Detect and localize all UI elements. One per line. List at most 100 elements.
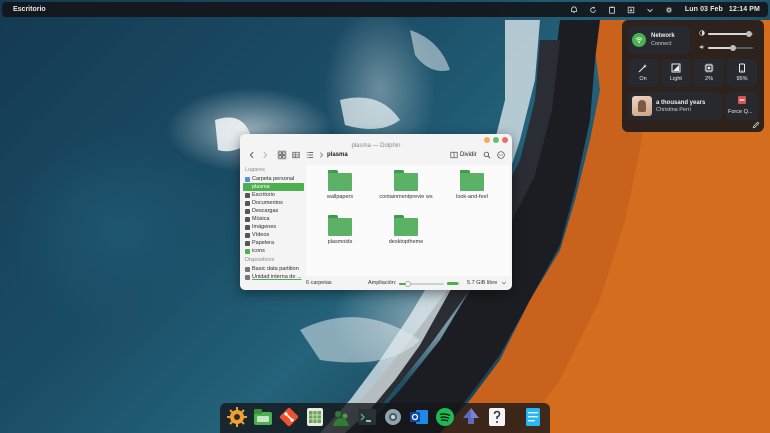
zoom-slider[interactable] (399, 281, 444, 287)
settings-kde-icon[interactable] (226, 406, 248, 428)
system-tray: Lun 03 Feb 12:14 PM (565, 2, 760, 17)
refresh-icon[interactable] (584, 2, 603, 17)
window-titlebar[interactable]: plasma — Dolphin (240, 134, 512, 149)
help-icon[interactable] (486, 406, 508, 428)
folder-item[interactable]: desktoptheme (376, 215, 436, 246)
dolphin-window: plasma — Dolphin plasma Dividir Lugares … (240, 134, 512, 290)
edit-pencil-icon[interactable] (752, 121, 760, 129)
quick-tile-theme[interactable]: Light (661, 59, 691, 87)
free-space-label[interactable]: 5.7 GiB libre (467, 280, 497, 286)
maximize-button[interactable] (493, 137, 499, 143)
clock[interactable]: Lun 03 Feb 12:14 PM (685, 6, 760, 13)
folder-icon (394, 170, 418, 191)
quick-tile-battery[interactable]: 95% (727, 59, 757, 87)
folder-item[interactable]: look-and-feel (442, 170, 502, 201)
chevron-left-icon (249, 151, 254, 159)
sidebar-item-unidad-interna-de[interactable]: Unidad interna de ... (243, 273, 304, 281)
devices-header: Dispositivos (245, 257, 275, 263)
spotify-icon[interactable] (434, 406, 456, 428)
force-quit-icon (738, 96, 746, 104)
system-settings-icon[interactable] (382, 406, 404, 428)
force-quit-label: Force Q... (728, 109, 753, 115)
places-header: Lugares (245, 167, 265, 173)
sidebar-item-v-deos[interactable]: Vídeos (243, 231, 304, 239)
brightness-slider[interactable] (699, 30, 757, 38)
folder-item[interactable]: plasmoids (310, 215, 370, 246)
chevron-right-icon (263, 151, 268, 159)
drive-icon (245, 274, 250, 280)
git-icon[interactable] (278, 406, 300, 428)
sidebar-item-label: Carpeta personal (252, 176, 295, 182)
brightness-track (708, 31, 753, 37)
fedora-icon[interactable] (330, 406, 352, 428)
sidebar-item-descargas[interactable]: Descargas (243, 207, 304, 215)
sidebar-item-im-genes[interactable]: Imágenes (243, 223, 304, 231)
notes-icon[interactable] (522, 406, 544, 428)
download-icon[interactable] (622, 2, 641, 17)
sidebar-item-label: Descargas (252, 208, 279, 214)
volume-handle[interactable] (730, 45, 736, 51)
network-tile[interactable]: Network Connect (628, 26, 690, 54)
places-panel: Lugares Dispositivos Carpeta personal pla… (243, 165, 305, 285)
sidebar-item-m-sica[interactable]: Música (243, 215, 304, 223)
terminal-icon[interactable] (356, 406, 378, 428)
volume-icon (699, 44, 705, 50)
wand-icon (638, 64, 647, 73)
brightness-icon (699, 30, 705, 36)
trash-icon (245, 240, 250, 246)
chevron-down-icon[interactable] (501, 280, 507, 286)
close-button[interactable] (502, 137, 508, 143)
sidebar-item-icons[interactable]: icons (243, 247, 304, 255)
folder-item[interactable]: containmentprevie ws (376, 170, 436, 201)
quick-tile-night-mode[interactable]: On (628, 59, 658, 87)
clipboard-icon[interactable] (603, 2, 622, 17)
menu-button[interactable] (496, 150, 506, 160)
dolphin-toolbar: plasma Dividir (240, 146, 512, 164)
force-quit-tile[interactable]: Force Q... (726, 92, 758, 120)
battery-phone-icon (739, 63, 745, 73)
folder-name: containmentprevie ws (379, 194, 433, 200)
quick-tile-label: On (639, 76, 647, 82)
quick-tile-cpu[interactable]: 2% (694, 59, 724, 87)
sidebar-item-escritorio[interactable]: Escritorio (243, 191, 304, 199)
outlook-icon[interactable] (408, 406, 430, 428)
sidebar-item-documentos[interactable]: Documentos (243, 199, 304, 207)
volume-slider[interactable] (699, 44, 757, 52)
details-view-button[interactable] (305, 150, 315, 160)
sidebar-item-carpeta-personal[interactable]: Carpeta personal (243, 175, 304, 183)
media-player[interactable]: a thousand years Christina Perri (628, 92, 722, 120)
date-label: Lun 03 Feb (684, 6, 723, 13)
chevron-down-icon[interactable] (641, 2, 660, 17)
forward-button[interactable] (260, 150, 270, 160)
inkscape-icon[interactable] (460, 406, 482, 428)
compact-view-button[interactable] (291, 150, 301, 160)
breadcrumb-current[interactable]: plasma (327, 152, 348, 158)
split-view-button[interactable]: Dividir (450, 151, 477, 159)
file-manager-icon[interactable] (252, 406, 274, 428)
power-icon[interactable] (660, 2, 679, 17)
sidebar-item-papelera[interactable]: Papelera (243, 239, 304, 247)
sidebar-item-plasma[interactable]: plasma (243, 183, 304, 191)
sidebar-item-basic-data-partition[interactable]: Basic data partition (243, 265, 304, 273)
dock (220, 403, 550, 433)
brightness-handle[interactable] (746, 31, 752, 37)
cpu-icon (704, 63, 714, 73)
folder-icon (394, 215, 418, 236)
free-space-bar (447, 282, 460, 285)
compact-list-icon (292, 151, 300, 159)
folder-icon (245, 184, 250, 190)
minimize-button[interactable] (484, 137, 490, 143)
split-view-label: Dividir (460, 152, 477, 158)
icons-view-button[interactable] (277, 150, 287, 160)
grid-icon (278, 151, 286, 159)
bell-icon[interactable] (565, 2, 584, 17)
search-button[interactable] (482, 150, 492, 160)
list-icon (306, 152, 314, 158)
folder-item[interactable]: wallpapers (310, 170, 370, 201)
back-button[interactable] (247, 150, 257, 160)
file-view[interactable]: wallpapers containmentprevie ws look-and-f… (306, 165, 510, 276)
zoom-handle[interactable] (405, 281, 411, 287)
office-icon[interactable] (304, 406, 326, 428)
network-status: Connect (651, 41, 672, 47)
breadcrumb-separator[interactable] (316, 150, 326, 160)
